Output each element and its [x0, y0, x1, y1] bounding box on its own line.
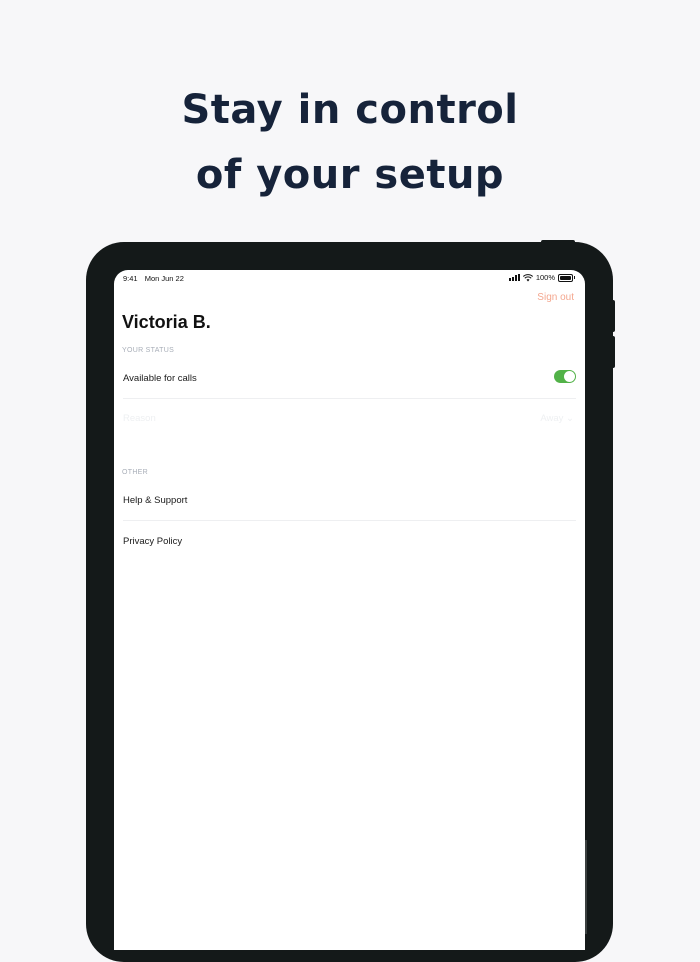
device-edge — [585, 840, 587, 934]
battery-icon — [558, 273, 573, 282]
status-date: Mon Jun 22 — [144, 274, 184, 283]
help-support-label: Help & Support — [123, 494, 188, 506]
reason-value: Away — [540, 413, 564, 424]
your-status-section-label: YOUR STATUS — [122, 347, 175, 354]
reason-select: Away ⌄ — [540, 413, 574, 424]
cellular-signal-icon — [508, 274, 520, 281]
privacy-policy-label: Privacy Policy — [123, 535, 183, 547]
promo-headline: Stay in control of your setup — [0, 78, 700, 208]
promo-headline-line1: Stay in control — [181, 87, 519, 133]
status-bar: 9:41 Mon Jun 22 100% — [114, 270, 585, 284]
wifi-icon — [522, 273, 533, 281]
privacy-policy-row[interactable]: Privacy Policy — [123, 521, 576, 561]
available-for-calls-row[interactable]: Available for calls — [123, 358, 576, 398]
help-support-row[interactable]: Help & Support — [123, 480, 576, 520]
promo-headline-line2: of your setup — [195, 152, 505, 198]
reason-label: Reason — [123, 413, 156, 424]
chevron-down-icon: ⌄ — [566, 413, 574, 424]
toggle-knob — [564, 371, 575, 382]
battery-percentage: 100% — [535, 273, 555, 282]
other-section-label: OTHER — [122, 469, 148, 476]
sign-out-button[interactable]: Sign out — [537, 292, 574, 303]
tablet-screen: 9:41 Mon Jun 22 100% Sign out Victoria B… — [114, 270, 585, 950]
available-for-calls-toggle[interactable] — [554, 370, 576, 383]
divider — [123, 398, 576, 399]
user-name: Victoria B. — [122, 312, 211, 332]
status-time: 9:41 — [123, 274, 138, 283]
available-for-calls-label: Available for calls — [123, 372, 197, 384]
